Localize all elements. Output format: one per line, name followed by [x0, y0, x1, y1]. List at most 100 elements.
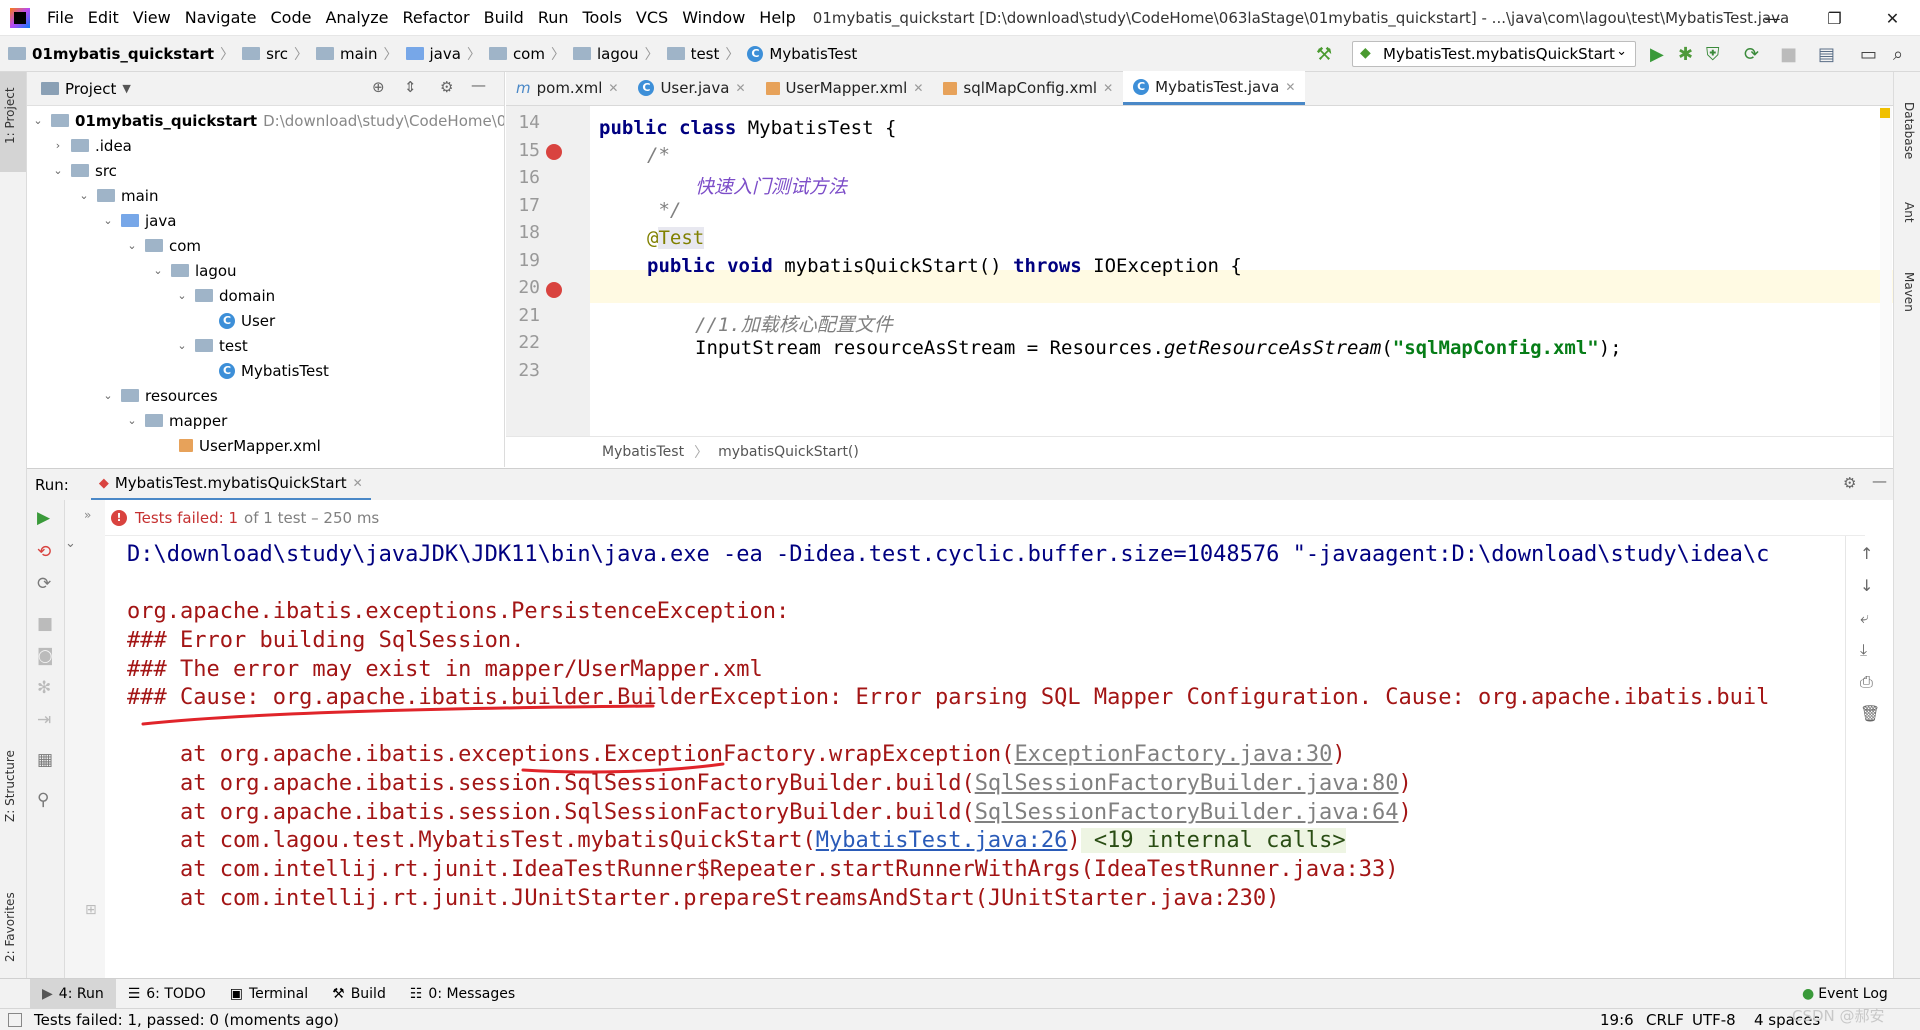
gear-icon[interactable]: ⚙ — [440, 78, 453, 96]
close-icon[interactable]: ✕ — [1103, 81, 1113, 95]
rerun-icon[interactable]: ▶ — [37, 508, 50, 528]
project-view-selector[interactable]: Project — [65, 80, 116, 98]
tool-tab-run[interactable]: ▶ 4: Run — [30, 978, 116, 1009]
tree-node-domain[interactable]: ⌄ domain — [175, 283, 275, 308]
console-output[interactable]: D:\download\study\javaJDK\JDK11\bin\java… — [105, 536, 1845, 978]
file-encoding[interactable]: UTF-8 — [1692, 1011, 1736, 1029]
run-test-class-gutter-icon[interactable] — [546, 144, 562, 160]
project-tool-tab[interactable]: 1: Project — [3, 87, 17, 144]
tab-mybatistest-java[interactable]: C MybatisTest.java ✕ — [1123, 71, 1306, 105]
structure-tool-tab[interactable]: Z: Structure — [3, 750, 17, 822]
menu-refactor[interactable]: Refactor — [396, 8, 477, 27]
menu-build[interactable]: Build — [477, 8, 531, 27]
window-layout-icon[interactable]: ▭ — [1860, 44, 1877, 65]
scroll-to-end-icon[interactable]: ⤓ — [1860, 640, 1867, 660]
tree-node-src[interactable]: ⌄ src — [51, 158, 117, 183]
menu-code[interactable]: Code — [264, 8, 319, 27]
stop-icon[interactable]: ■ — [37, 614, 53, 634]
gear-icon[interactable]: ⚙ — [1843, 474, 1856, 492]
caret-position[interactable]: 19:6 — [1600, 1011, 1634, 1029]
print-icon[interactable]: ⎙ — [1860, 672, 1873, 692]
close-icon[interactable]: ✕ — [913, 81, 923, 95]
crumb-class[interactable]: C MybatisTest — [739, 45, 857, 63]
crumb-main[interactable]: main 〉 — [308, 44, 398, 64]
run-tab[interactable]: ◆ MybatisTest.mybatisQuickStart ✕ — [90, 469, 371, 501]
collapse-all-icon[interactable]: ⇕ — [404, 78, 417, 96]
crumb-com[interactable]: com 〉 — [481, 44, 565, 64]
tab-sqlmapconfig-xml[interactable]: sqlMapConfig.xml ✕ — [933, 71, 1123, 105]
tool-tab-messages[interactable]: ☷ 0: Messages — [398, 986, 527, 1002]
tab-pom-xml[interactable]: m pom.xml ✕ — [506, 71, 628, 105]
tool-window-toggle-icon[interactable] — [8, 1012, 22, 1027]
favorites-tool-tab[interactable]: 2: Favorites — [3, 892, 17, 962]
close-icon[interactable]: ✕ — [608, 81, 618, 95]
close-icon[interactable]: ✕ — [1285, 80, 1295, 94]
inspection-warning-icon[interactable] — [1880, 108, 1890, 118]
event-log-tab[interactable]: ● Event Log — [1790, 986, 1900, 1002]
camera-icon[interactable]: ◙ — [37, 646, 54, 666]
stop-icon[interactable]: ■ — [1780, 44, 1797, 65]
profile-icon[interactable]: ⟳ — [1744, 44, 1759, 65]
crumb-project[interactable]: 01mybatis_quickstart 〉 — [0, 44, 234, 64]
tree-node-idea[interactable]: › .idea — [51, 133, 132, 158]
menu-run[interactable]: Run — [531, 8, 576, 27]
debug-icon[interactable]: ✱ — [1678, 44, 1693, 65]
tree-root[interactable]: ⌄ 01mybatis_quickstart D:\download\study\C… — [31, 108, 504, 133]
locate-icon[interactable]: ⊕ — [372, 78, 385, 96]
close-window-button[interactable]: ✕ — [1865, 0, 1920, 36]
run-icon[interactable]: ▶ — [1650, 44, 1664, 65]
tree-node-user[interactable]: C User — [219, 308, 275, 333]
hide-panel-icon[interactable]: — — [1872, 472, 1887, 490]
coverage-icon[interactable]: ⛨ — [1706, 44, 1720, 65]
database-tool-tab[interactable]: Database — [1902, 102, 1916, 159]
breadcrumb-method[interactable]: mybatisQuickStart() — [718, 444, 859, 460]
maximize-button[interactable]: ❐ — [1807, 0, 1862, 36]
tree-node-lagou[interactable]: ⌄ lagou — [151, 258, 236, 283]
ant-tool-tab[interactable]: Ant — [1902, 202, 1916, 223]
crumb-java[interactable]: java 〉 — [398, 44, 481, 64]
menu-vcs[interactable]: VCS — [629, 8, 675, 27]
close-icon[interactable]: ✕ — [353, 476, 363, 490]
tool-tab-build[interactable]: ⚒ Build — [320, 986, 398, 1002]
layout-icon[interactable]: ▦ — [37, 750, 53, 770]
pin-icon[interactable]: ⚲ — [37, 790, 49, 810]
close-icon[interactable]: ✕ — [735, 81, 745, 95]
menu-file[interactable]: File — [40, 8, 81, 27]
menu-view[interactable]: View — [126, 8, 178, 27]
menu-tools[interactable]: Tools — [576, 8, 629, 27]
rerun-failed-icon[interactable]: ⟲ — [37, 542, 51, 562]
settings-icon[interactable]: ✻ — [37, 678, 51, 698]
build-hammer-icon[interactable]: ⚒ — [1316, 44, 1332, 65]
tree-node-mapper[interactable]: ⌄ mapper — [125, 408, 227, 433]
crumb-test[interactable]: test 〉 — [659, 44, 739, 64]
tree-node-test[interactable]: ⌄ test — [175, 333, 247, 358]
fold-icon[interactable]: ⊞ — [85, 902, 97, 918]
menu-edit[interactable]: Edit — [81, 8, 126, 27]
export-icon[interactable]: ⇥ — [37, 710, 51, 730]
menu-window[interactable]: Window — [675, 8, 752, 27]
crumb-lagou[interactable]: lagou 〉 — [565, 44, 659, 64]
tree-node-java[interactable]: ⌄ java — [101, 208, 176, 233]
collapse-icon[interactable]: » — [84, 508, 91, 522]
code-editor[interactable]: 14 15 16 17 18 19 20 21 22 23 public cla… — [506, 106, 1893, 436]
line-separator[interactable]: CRLF — [1646, 1011, 1684, 1029]
run-test-method-gutter-icon[interactable] — [546, 282, 562, 298]
tool-tab-todo[interactable]: ☰ 6: TODO — [116, 986, 218, 1002]
tab-user-java[interactable]: C User.java ✕ — [628, 71, 755, 105]
breadcrumb-class[interactable]: MybatisTest — [602, 444, 684, 460]
run-configuration-select[interactable]: ◆ MybatisTest.mybatisQuickStart ⌄ — [1352, 41, 1636, 67]
menu-help[interactable]: Help — [752, 8, 802, 27]
minimize-button[interactable]: — — [1745, 0, 1800, 36]
tool-tab-terminal[interactable]: ▣ Terminal — [218, 986, 320, 1002]
tree-node-resources[interactable]: ⌄ resources — [101, 383, 217, 408]
clear-icon[interactable]: 🗑 — [1860, 704, 1880, 723]
tree-node-main[interactable]: ⌄ main — [77, 183, 158, 208]
chevron-down-icon[interactable]: ⌄ — [65, 536, 76, 551]
editor-scrollbar[interactable] — [1880, 106, 1892, 436]
project-structure-icon[interactable]: ▤ — [1818, 44, 1835, 65]
tree-node-mybatistest[interactable]: C MybatisTest — [219, 358, 329, 383]
toggle-auto-test-icon[interactable]: ⟳ — [37, 574, 51, 594]
up-arrow-icon[interactable]: ↑ — [1860, 544, 1873, 563]
menu-analyze[interactable]: Analyze — [318, 8, 395, 27]
down-arrow-icon[interactable]: ↓ — [1860, 576, 1873, 595]
